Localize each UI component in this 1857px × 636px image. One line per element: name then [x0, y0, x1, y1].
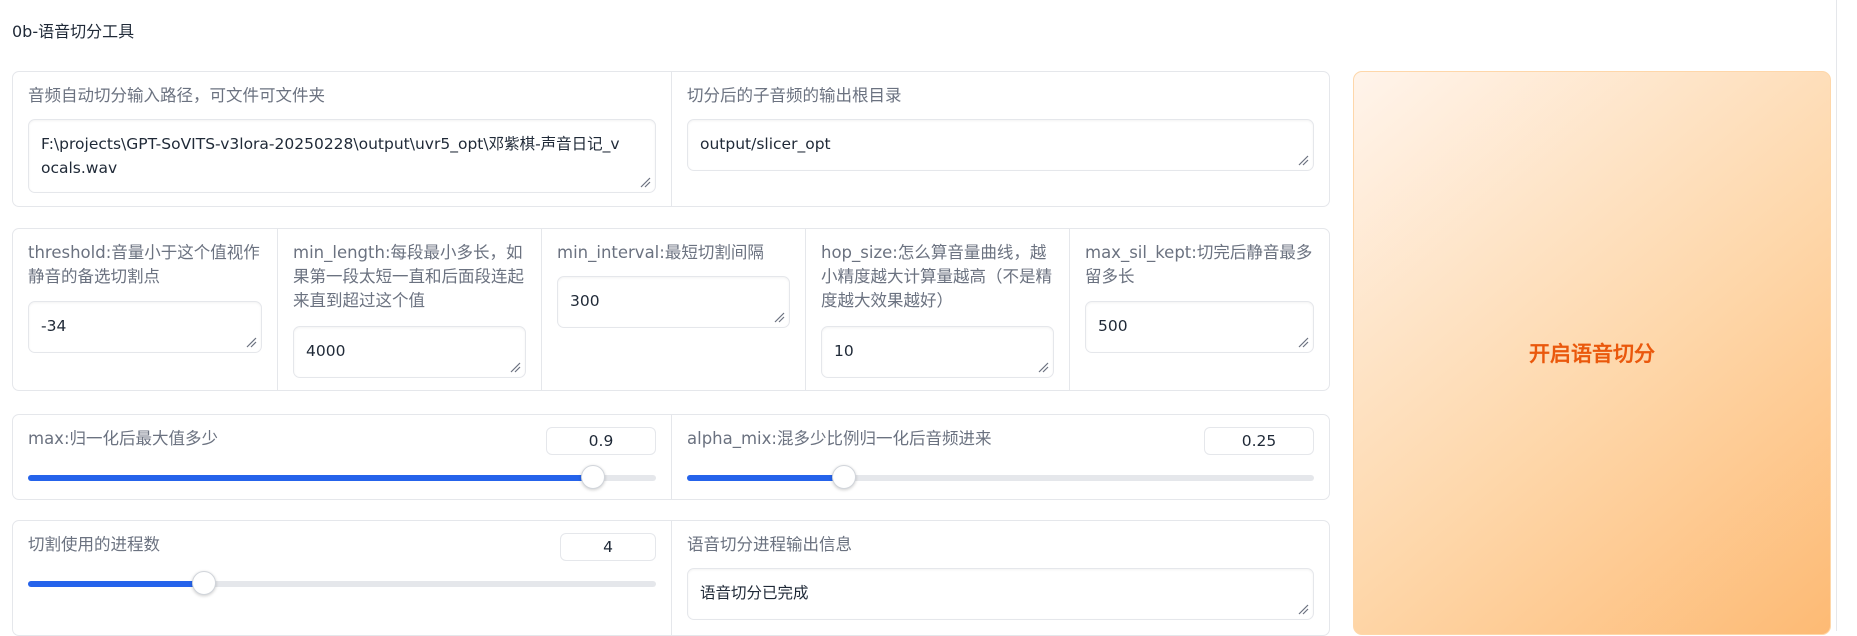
resize-grip-icon[interactable]	[510, 362, 521, 373]
procs-slider[interactable]	[28, 571, 656, 595]
max-sil-kept-value: 500	[1098, 317, 1128, 335]
slider-thumb[interactable]	[191, 571, 216, 595]
alpha-number-input[interactable]: 0.25	[1204, 427, 1314, 455]
resize-grip-icon[interactable]	[1298, 155, 1309, 166]
min-interval-value: 300	[570, 292, 600, 310]
output-path-label: 切分后的子音频的输出根目录	[687, 86, 902, 105]
paths-row: 音频自动切分输入路径，可文件可文件夹 F:\projects\GPT-SoVIT…	[12, 71, 1330, 207]
max-slider-cell: max:归一化后最大值多少 0.9	[13, 415, 671, 499]
resize-grip-icon[interactable]	[1298, 337, 1309, 348]
input-path-cell: 音频自动切分输入路径，可文件可文件夹 F:\projects\GPT-SoVIT…	[13, 72, 671, 206]
start-slicing-button[interactable]: 开启语音切分	[1353, 71, 1831, 635]
input-path-field[interactable]: F:\projects\GPT-SoVITS-v3lora-20250228\o…	[28, 119, 656, 193]
resize-grip-icon[interactable]	[774, 312, 785, 323]
page-title: 0b-语音切分工具	[12, 22, 135, 41]
threshold-cell: threshold:音量小于这个值视作静音的备选切割点 -34	[13, 229, 277, 390]
slicer-panel: 0b-语音切分工具 音频自动切分输入路径，可文件可文件夹 F:\projects…	[0, 0, 1837, 636]
output-path-field[interactable]: output/slicer_opt	[687, 119, 1314, 171]
resize-grip-icon[interactable]	[1038, 362, 1049, 373]
output-path-value: output/slicer_opt	[700, 135, 831, 153]
max-slider-label: max:归一化后最大值多少	[28, 429, 219, 448]
slider-fill	[687, 475, 844, 481]
min-length-cell: min_length:每段最小多长，如果第一段太短一直和后面段连起来直到超过这个…	[277, 229, 541, 390]
min-interval-cell: min_interval:最短切割间隔 300	[541, 229, 805, 390]
max-sil-kept-cell: max_sil_kept:切完后静音最多留多长 500	[1069, 229, 1329, 390]
log-value: 语音切分已完成	[700, 584, 809, 602]
slider-thumb[interactable]	[831, 465, 856, 489]
resize-grip-icon[interactable]	[640, 177, 651, 188]
hop-size-label: hop_size:怎么算音量曲线，越小精度越大计算量越高（不是精度越大效果越好）	[821, 243, 1052, 310]
threshold-label: threshold:音量小于这个值视作静音的备选切割点	[28, 243, 260, 286]
hop-size-cell: hop_size:怎么算音量曲线，越小精度越大计算量越高（不是精度越大效果越好）…	[805, 229, 1069, 390]
resize-grip-icon[interactable]	[1298, 604, 1309, 615]
hop-size-value: 10	[834, 342, 854, 360]
process-row: 切割使用的进程数 4 语音切分进程输出信息 语音切分已完成	[12, 520, 1330, 636]
min-length-label: min_length:每段最小多长，如果第一段太短一直和后面段连起来直到超过这个…	[293, 243, 524, 310]
threshold-input[interactable]: -34	[28, 301, 262, 353]
alpha-slider-label: alpha_mix:混多少比例归一化后音频进来	[687, 429, 992, 448]
procs-number-input[interactable]: 4	[560, 533, 656, 561]
max-sil-kept-label: max_sil_kept:切完后静音最多留多长	[1085, 243, 1313, 286]
params-row: threshold:音量小于这个值视作静音的备选切割点 -34 min_leng…	[12, 228, 1330, 391]
min-length-input[interactable]: 4000	[293, 326, 526, 378]
min-length-value: 4000	[306, 342, 346, 360]
alpha-slider-cell: alpha_mix:混多少比例归一化后音频进来 0.25	[671, 415, 1329, 499]
resize-grip-icon[interactable]	[246, 337, 257, 348]
output-path-cell: 切分后的子音频的输出根目录 output/slicer_opt	[671, 72, 1329, 206]
hop-size-input[interactable]: 10	[821, 326, 1054, 378]
input-path-label: 音频自动切分输入路径，可文件可文件夹	[28, 86, 325, 105]
normalize-row: max:归一化后最大值多少 0.9 alpha_mix:混多少比例归一化后音频进…	[12, 414, 1330, 500]
max-number-input[interactable]: 0.9	[546, 427, 656, 455]
max-slider[interactable]	[28, 465, 656, 489]
slider-fill	[28, 475, 594, 481]
alpha-slider[interactable]	[687, 465, 1314, 489]
log-output[interactable]: 语音切分已完成	[687, 568, 1314, 620]
log-label: 语音切分进程输出信息	[687, 535, 852, 554]
input-path-value: F:\projects\GPT-SoVITS-v3lora-20250228\o…	[41, 135, 620, 177]
slider-fill	[28, 581, 204, 587]
threshold-value: -34	[41, 317, 67, 335]
log-cell: 语音切分进程输出信息 语音切分已完成	[671, 521, 1329, 635]
min-interval-input[interactable]: 300	[557, 276, 790, 328]
procs-slider-cell: 切割使用的进程数 4	[13, 521, 671, 635]
min-interval-label: min_interval:最短切割间隔	[557, 243, 764, 262]
procs-slider-label: 切割使用的进程数	[28, 535, 160, 554]
slider-thumb[interactable]	[581, 465, 606, 489]
max-sil-kept-input[interactable]: 500	[1085, 301, 1314, 353]
